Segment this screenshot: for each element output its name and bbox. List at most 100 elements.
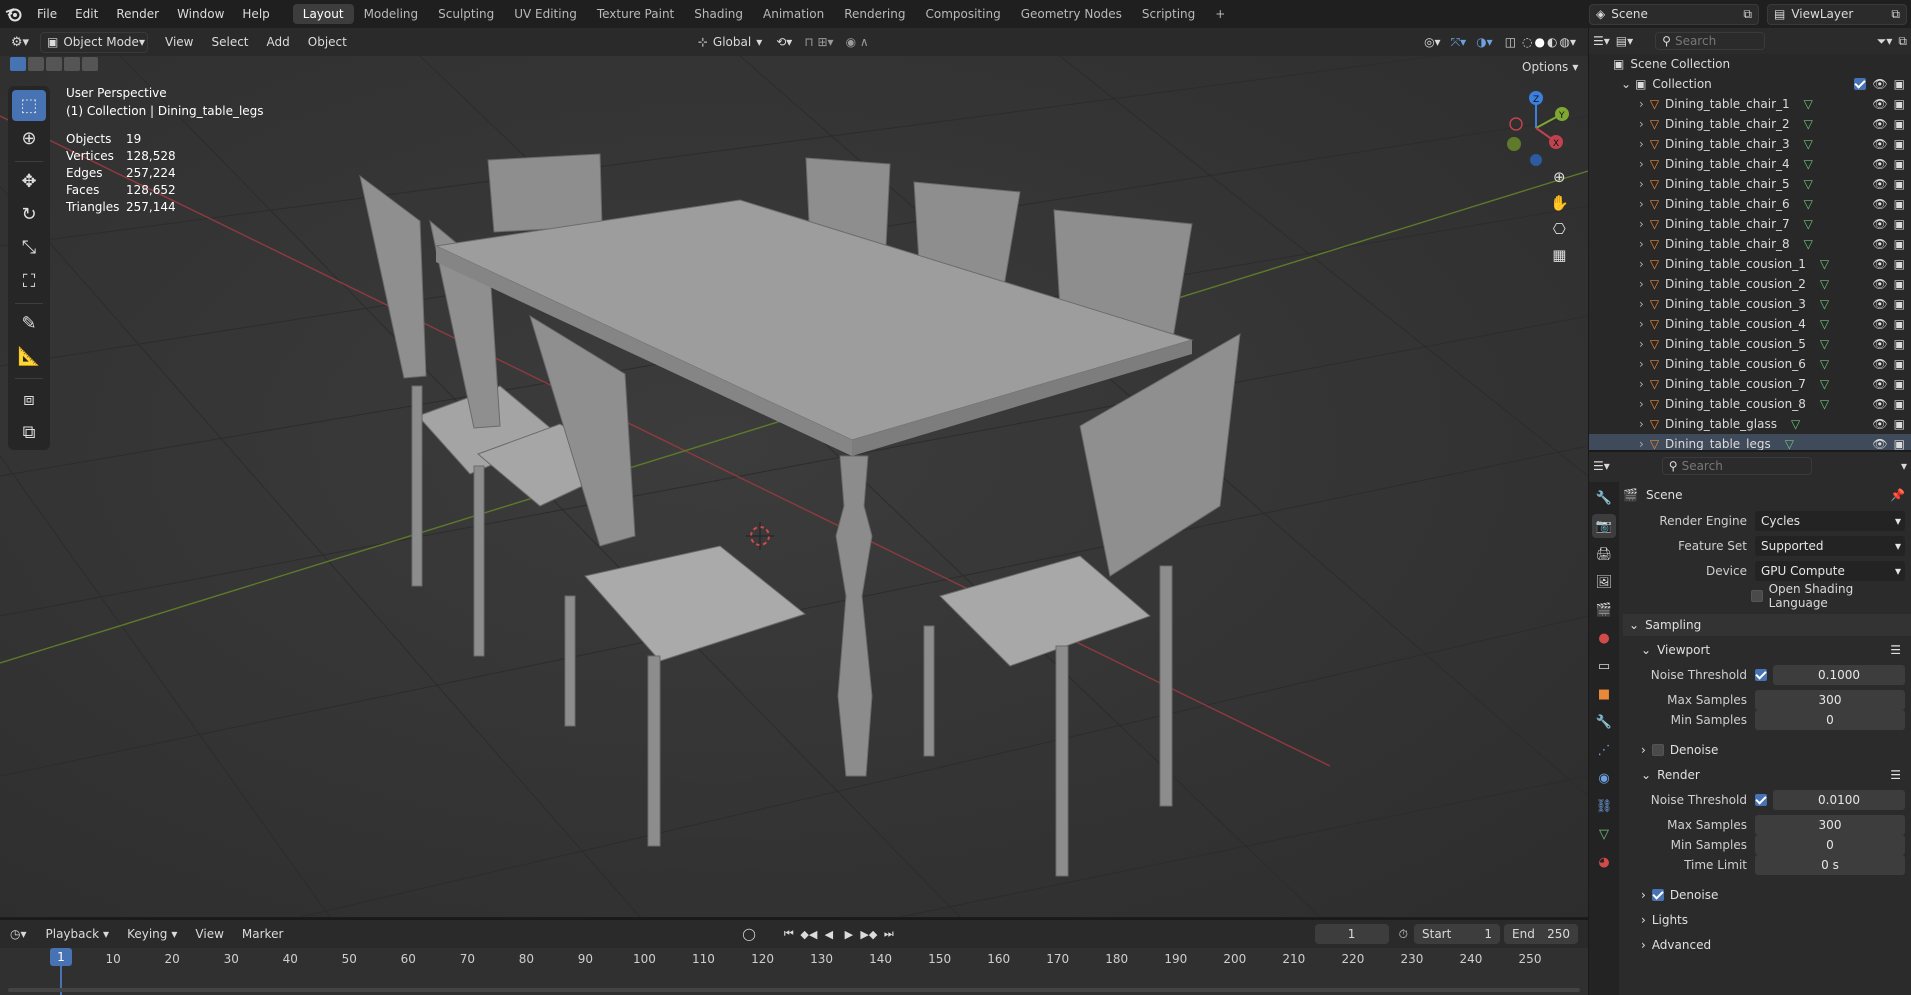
viewport-denoise-checkbox[interactable] — [1651, 744, 1664, 756]
display-mode-icon[interactable]: ▤▾ — [1616, 34, 1633, 48]
outliner-item[interactable]: › ▽ Dining_table_cousion_2 ▽ 👁 ▣ — [1589, 274, 1911, 294]
output-tab-icon[interactable]: 🖨 — [1592, 542, 1616, 566]
mesh-data-icon[interactable]: ▽ — [1820, 357, 1829, 371]
menu-marker[interactable]: Marker — [233, 927, 292, 941]
mesh-data-icon[interactable]: ▽ — [1785, 437, 1794, 451]
ortho-grid-icon[interactable]: ▦ — [1552, 246, 1566, 264]
extrude-icon[interactable]: ⧉ — [12, 417, 46, 448]
outliner-item[interactable]: › ▽ Dining_table_chair_6 ▽ 👁 ▣ — [1589, 194, 1911, 214]
camera-icon[interactable]: ▣ — [1894, 397, 1905, 411]
menu-file[interactable]: File — [28, 7, 66, 21]
pin-icon[interactable]: 📌 — [1890, 488, 1905, 502]
tab-animation[interactable]: Animation — [753, 4, 834, 24]
play-reverse-icon[interactable]: ◀ — [820, 925, 838, 943]
outliner-search-input[interactable]: ⚲ Search — [1655, 32, 1766, 50]
expand-chevron-icon[interactable]: › — [1639, 237, 1644, 251]
mesh-data-icon[interactable]: ▽ — [1791, 417, 1800, 431]
new-collection-icon[interactable]: ⧉ — [1898, 34, 1907, 49]
camera-icon[interactable]: ▣ — [1894, 437, 1905, 451]
eye-icon[interactable]: 👁 — [1872, 397, 1887, 411]
expand-chevron-icon[interactable]: ⌄ — [1621, 77, 1631, 91]
eye-icon[interactable]: 👁 — [1872, 197, 1887, 211]
tool-settings-tab-icon[interactable]: 🔧 — [1592, 486, 1616, 510]
scene-tab-icon[interactable]: 🎬 — [1592, 598, 1616, 622]
shading-material-icon[interactable]: ◐ — [1547, 35, 1557, 49]
menu-help[interactable]: Help — [233, 7, 278, 21]
mesh-data-icon[interactable]: ▽ — [1804, 157, 1813, 171]
select-subtract-icon[interactable] — [46, 57, 62, 71]
render-denoise-checkbox[interactable] — [1651, 889, 1664, 901]
outliner-item[interactable]: › ▽ Dining_table_cousion_3 ▽ 👁 ▣ — [1589, 294, 1911, 314]
camera-icon[interactable]: ▣ — [1894, 157, 1905, 171]
eye-icon[interactable]: 👁 — [1872, 157, 1887, 171]
collection-checkbox[interactable] — [1854, 78, 1867, 90]
outliner-item[interactable]: › ▽ Dining_table_cousion_5 ▽ 👁 ▣ — [1589, 334, 1911, 354]
menu-object[interactable]: Object — [299, 35, 356, 49]
eye-icon[interactable]: 👁 — [1872, 137, 1887, 151]
transform-icon[interactable]: ⛶ — [12, 266, 46, 297]
navigation-gizmo[interactable]: Z Y X — [1500, 88, 1570, 168]
shading-rendered-icon[interactable]: ◍▾ — [1560, 35, 1577, 49]
camera-icon[interactable]: ▣ — [1894, 337, 1905, 351]
viewport-subheader[interactable]: ⌄ Viewport ☰ — [1623, 639, 1911, 661]
eye-icon[interactable]: 👁 — [1872, 237, 1887, 251]
camera-icon[interactable]: ▣ — [1894, 237, 1905, 251]
camera-icon[interactable]: ▣ — [1894, 177, 1905, 191]
expand-chevron-icon[interactable]: › — [1639, 217, 1644, 231]
outliner-item[interactable]: › ▽ Dining_table_glass ▽ 👁 ▣ — [1589, 414, 1911, 434]
mesh-data-icon[interactable]: ▽ — [1820, 257, 1829, 271]
select-box-icon[interactable]: ⬚ — [12, 90, 46, 122]
end-frame-field[interactable]: End 250 — [1504, 924, 1578, 944]
stopwatch-icon[interactable]: ⏱ — [1399, 927, 1408, 942]
menu-render[interactable]: Render — [107, 7, 168, 21]
jump-keyframe-back-icon[interactable]: ◆◀ — [800, 925, 818, 943]
transform-orientation-dropdown[interactable]: ⊹ Global ▾ — [698, 35, 762, 49]
particles-tab-icon[interactable]: ⋰ — [1592, 738, 1616, 762]
mesh-data-icon[interactable]: ▽ — [1804, 137, 1813, 151]
mesh-data-icon[interactable]: ▽ — [1804, 237, 1813, 251]
collection-tab-icon[interactable]: ▭ — [1592, 654, 1616, 678]
xray-icon[interactable]: ◫ — [1505, 35, 1516, 49]
eye-icon[interactable]: 👁 — [1872, 277, 1887, 291]
view-layer-tab-icon[interactable]: 🖼 — [1592, 570, 1616, 594]
eye-icon[interactable]: 👁 — [1872, 317, 1887, 331]
eye-icon[interactable]: 👁 — [1872, 117, 1887, 131]
eye-icon[interactable]: 👁 — [1872, 77, 1887, 91]
camera-icon[interactable]: ▣ — [1894, 417, 1905, 431]
menu-add[interactable]: Add — [258, 35, 299, 49]
3d-viewport[interactable]: User Perspective (1) Collection | Dining… — [0, 56, 1588, 917]
render-denoise-subheader[interactable]: › Denoise — [1623, 884, 1911, 906]
modifier-tab-icon[interactable]: 🔧 — [1592, 710, 1616, 734]
mesh-data-icon[interactable]: ▽ — [1804, 97, 1813, 111]
filter-icon[interactable]: ⏷▾ — [1877, 34, 1893, 49]
play-icon[interactable]: ▶ — [840, 925, 858, 943]
viewport-denoise-subheader[interactable]: › Denoise — [1623, 739, 1911, 761]
timeline-ruler[interactable]: 10 20 30 40 50 60 70 80 90 100 110 120 130 140 150 160 1… — [0, 948, 1588, 995]
mode-dropdown[interactable]: ▣ Object Mode ▾ — [40, 31, 148, 53]
outliner-item[interactable]: › ▽ Dining_table_chair_4 ▽ 👁 ▣ — [1589, 154, 1911, 174]
outliner-editor-icon[interactable]: ☰▾ — [1593, 34, 1610, 48]
expand-chevron-icon[interactable]: › — [1639, 277, 1644, 291]
snap-icon[interactable]: ⊓ ⊞▾ — [804, 35, 833, 49]
add-workspace-button[interactable]: + — [1205, 4, 1235, 24]
visibility-icon[interactable]: ◎▾ — [1424, 35, 1441, 49]
timeline-editor-icon[interactable]: ◷▾ — [10, 927, 27, 941]
start-frame-field[interactable]: Start 1 — [1414, 924, 1500, 944]
new-scene-icon[interactable]: ⧉ — [1743, 7, 1752, 22]
menu-timeline-view[interactable]: View — [186, 927, 232, 941]
measure-icon[interactable]: 📐 — [12, 341, 46, 372]
time-limit-field[interactable]: 0 s — [1755, 855, 1905, 875]
camera-icon[interactable]: ▣ — [1894, 377, 1905, 391]
expand-chevron-icon[interactable]: › — [1639, 357, 1644, 371]
outliner-item[interactable]: › ▽ Dining_table_cousion_8 ▽ 👁 ▣ — [1589, 394, 1911, 414]
camera-icon[interactable]: ▣ — [1894, 357, 1905, 371]
expand-chevron-icon[interactable]: › — [1639, 337, 1644, 351]
tab-scripting[interactable]: Scripting — [1132, 4, 1205, 24]
outliner-scene-collection[interactable]: ▣ Scene Collection — [1589, 54, 1911, 74]
outliner-item[interactable]: › ▽ Dining_table_chair_5 ▽ 👁 ▣ — [1589, 174, 1911, 194]
select-intersect-icon[interactable] — [82, 57, 98, 71]
eye-icon[interactable]: 👁 — [1872, 377, 1887, 391]
eye-icon[interactable]: 👁 — [1872, 217, 1887, 231]
rotate-icon[interactable]: ↻ — [12, 199, 46, 230]
render-noise-checkbox[interactable] — [1755, 794, 1767, 806]
